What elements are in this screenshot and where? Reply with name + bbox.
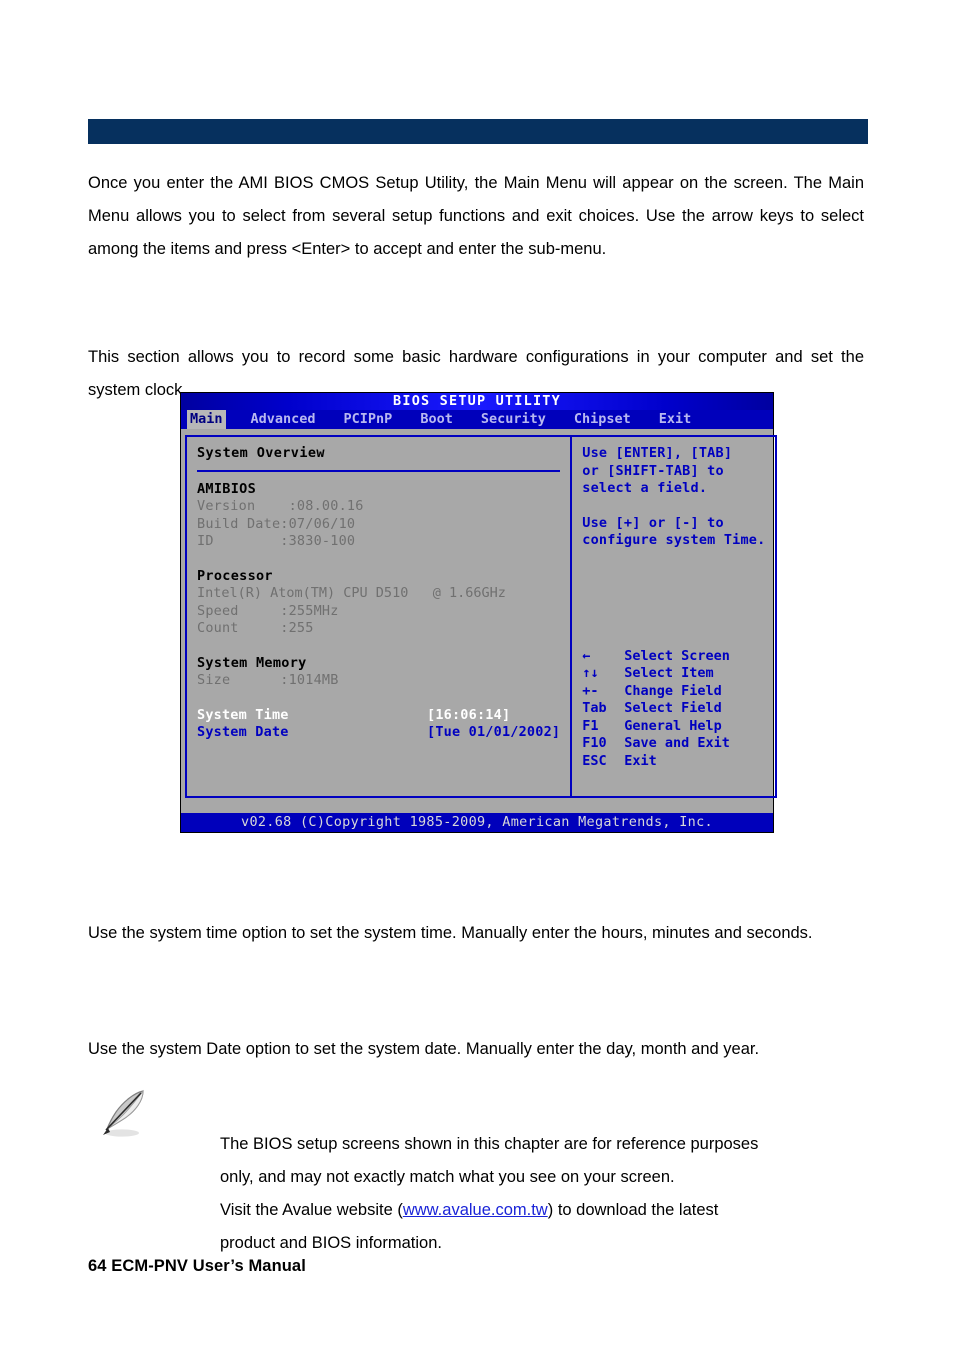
legend-label-select-screen: Select Screen bbox=[624, 647, 730, 664]
esc-key-icon: ESC bbox=[582, 752, 607, 769]
bios-help-panel: Use [ENTER], [TAB] or [SHIFT-TAB] to sel… bbox=[570, 435, 778, 798]
system-memory-size-label: Size bbox=[197, 672, 231, 688]
processor-count-label: Count bbox=[197, 620, 239, 636]
processor-speed-label: Speed bbox=[197, 602, 239, 619]
processor-heading: Processor bbox=[197, 567, 273, 584]
amibios-build-value: :07/06/10 bbox=[280, 515, 356, 532]
plus-minus-icon: +- bbox=[582, 682, 599, 699]
help-text-line-4: Use [+] or [-] to bbox=[582, 514, 724, 531]
bios-body: System Overview AMIBIOS Version :08.00.1… bbox=[181, 429, 778, 802]
legend-label-select-item: Select Item bbox=[624, 665, 714, 681]
up-down-arrow-icon: ↑↓ bbox=[582, 665, 599, 681]
legend-row-save-exit: F10 Save and Exit bbox=[582, 735, 752, 753]
amibios-id-row: ID :3830-100 bbox=[197, 533, 560, 551]
legend-row-select-field: Tab Select Field bbox=[582, 700, 752, 718]
help-text-line-5: configure system Time. bbox=[582, 532, 766, 548]
overview-divider bbox=[197, 469, 561, 472]
note-line-1: The BIOS setup screens shown in this cha… bbox=[220, 1135, 759, 1153]
processor-count-row: Count :255 bbox=[197, 620, 560, 638]
bios-setup-screenshot: BIOS SETUP UTILITY Main Advanced PCIPnP … bbox=[180, 392, 778, 833]
system-date-value[interactable]: [Tue 01/01/2002] bbox=[427, 724, 560, 742]
bios-key-legend: ← Select Screen ↑↓ Select Item +- Change… bbox=[582, 648, 752, 771]
note-line-2: only, and may not exactly match what you… bbox=[220, 1168, 675, 1186]
legend-row-change-field: +- Change Field bbox=[582, 683, 752, 701]
bios-tab-advanced[interactable]: Advanced bbox=[248, 410, 319, 429]
legend-label-general-help: General Help bbox=[624, 717, 722, 734]
amibios-version-label: Version bbox=[197, 498, 256, 514]
note-line-4: product and BIOS information. bbox=[220, 1234, 442, 1252]
amibios-heading: AMIBIOS bbox=[197, 480, 256, 497]
legend-row-exit: ESC Exit bbox=[582, 753, 752, 771]
processor-speed-row: Speed :255MHz bbox=[197, 603, 560, 621]
bios-tab-pcipnp[interactable]: PCIPnP bbox=[341, 410, 396, 429]
help-text-line-1: Use [ENTER], [TAB] bbox=[582, 445, 733, 461]
processor-count-value: :255 bbox=[280, 620, 314, 636]
legend-row-select-screen: ← Select Screen bbox=[582, 648, 752, 666]
section-heading-bar bbox=[88, 119, 868, 144]
system-time-value[interactable]: [16:06:14] bbox=[427, 707, 510, 725]
f1-key-icon: F1 bbox=[582, 717, 599, 734]
legend-label-exit: Exit bbox=[624, 752, 657, 769]
bios-main-panel: System Overview AMIBIOS Version :08.00.1… bbox=[185, 435, 571, 798]
paragraph-intro: Once you enter the AMI BIOS CMOS Setup U… bbox=[88, 173, 864, 258]
processor-speed-value: :255MHz bbox=[280, 602, 339, 619]
legend-label-save-exit: Save and Exit bbox=[624, 735, 730, 751]
system-overview-title: System Overview bbox=[197, 445, 325, 461]
paragraph-system-time: Use the system time option to set the sy… bbox=[88, 923, 813, 942]
feather-pen-icon bbox=[96, 1085, 158, 1147]
legend-row-select-item: ↑↓ Select Item bbox=[582, 665, 752, 683]
bios-tab-security[interactable]: Security bbox=[478, 410, 549, 429]
tab-key-icon: Tab bbox=[582, 700, 607, 716]
page-footer: 64 ECM-PNV User’s Manual bbox=[88, 1257, 306, 1275]
bios-tab-chipset[interactable]: Chipset bbox=[571, 410, 634, 429]
help-text-line-2: or [SHIFT-TAB] to bbox=[582, 462, 724, 479]
legend-label-select-field: Select Field bbox=[624, 700, 722, 716]
bios-tab-main[interactable]: Main bbox=[187, 410, 226, 429]
amibios-version-value: :08.00.16 bbox=[288, 498, 364, 514]
amibios-id-value: :3830-100 bbox=[280, 533, 356, 549]
system-memory-heading: System Memory bbox=[197, 654, 307, 671]
system-date-label: System Date bbox=[197, 724, 289, 740]
f10-key-icon: F10 bbox=[582, 735, 607, 751]
system-time-row[interactable]: System Time [16:06:14] bbox=[197, 707, 560, 725]
note-line-3-post: ) to download the latest bbox=[547, 1201, 719, 1219]
processor-model: Intel(R) Atom(TM) CPU D510 @ 1.66GHz bbox=[197, 585, 506, 601]
system-time-label: System Time bbox=[197, 706, 289, 723]
bios-copyright-footer: v02.68 (C)Copyright 1985-2009, American … bbox=[181, 811, 773, 832]
legend-label-change-field: Change Field bbox=[624, 682, 722, 699]
avalue-website-link[interactable]: www.avalue.com.tw bbox=[403, 1201, 548, 1219]
paragraph-system-date: Use the system Date option to set the sy… bbox=[88, 1039, 760, 1058]
legend-row-general-help: F1 General Help bbox=[582, 718, 752, 736]
amibios-id-label: ID bbox=[197, 533, 214, 549]
note-text: The BIOS setup screens shown in this cha… bbox=[220, 1128, 866, 1260]
help-text-line-3: select a field. bbox=[582, 480, 708, 496]
system-memory-size-value: :1014MB bbox=[280, 672, 339, 688]
left-right-arrow-icon: ← bbox=[582, 647, 591, 664]
bios-tab-boot[interactable]: Boot bbox=[417, 410, 456, 429]
note-line-3-pre: Visit the Avalue website ( bbox=[220, 1201, 403, 1219]
bios-footer-wrap: v02.68 (C)Copyright 1985-2009, American … bbox=[181, 802, 773, 832]
bios-title-bar: BIOS SETUP UTILITY bbox=[181, 393, 773, 410]
system-memory-size-row: Size :1014MB bbox=[197, 672, 560, 690]
amibios-build-row: Build Date:07/06/10 bbox=[197, 516, 560, 534]
bios-tab-exit[interactable]: Exit bbox=[656, 410, 695, 429]
amibios-version-row: Version :08.00.16 bbox=[197, 498, 560, 516]
bios-menu-tabs: Main Advanced PCIPnP Boot Security Chips… bbox=[181, 410, 773, 429]
system-date-row[interactable]: System Date [Tue 01/01/2002] bbox=[197, 724, 560, 742]
manual-page: Once you enter the AMI BIOS CMOS Setup U… bbox=[0, 0, 954, 1350]
amibios-build-label: Build Date bbox=[197, 515, 281, 532]
